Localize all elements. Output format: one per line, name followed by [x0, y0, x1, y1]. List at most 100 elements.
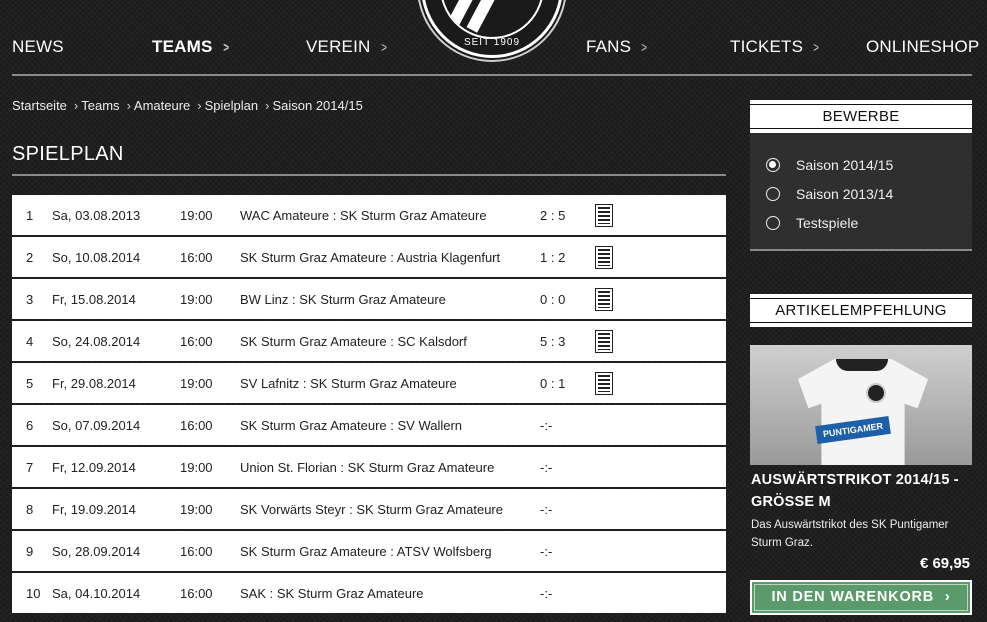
match-number: 1	[26, 208, 34, 223]
match-teams: SK Sturm Graz Amateure : SV Wallern	[240, 418, 463, 433]
match-date: Sa, 03.08.2013	[52, 208, 141, 223]
match-number: 2	[26, 250, 34, 265]
match-teams: SK Sturm Graz Amateure : SC Kalsdorf	[240, 334, 467, 349]
breadcrumb-spielplan[interactable]: Spielplan	[205, 98, 259, 113]
option-label: Saison 2014/15	[796, 157, 894, 173]
match-time: 16:00	[180, 334, 213, 349]
breadcrumb-separator: ›	[265, 98, 270, 113]
season-option-testspiele[interactable]: Testspiele	[766, 215, 858, 231]
nav-label: TICKETS	[730, 37, 804, 56]
match-number: 5	[26, 376, 34, 391]
match-score: -:-	[540, 544, 553, 559]
match-number: 3	[26, 292, 34, 307]
match-time: 19:00	[180, 376, 213, 391]
match-date: Fr, 15.08.2014	[52, 292, 136, 307]
breadcrumb-separator: ›	[197, 98, 202, 113]
match-teams: SK Vorwärts Steyr : SK Sturm Graz Amateu…	[240, 502, 503, 517]
logo-text: SEIT 1909	[463, 37, 521, 48]
match-time: 16:00	[180, 586, 213, 601]
nav-label: FANS	[586, 37, 632, 56]
match-score: 0 : 0	[540, 292, 566, 307]
club-logo[interactable]: SEIT 1909	[421, 0, 563, 58]
match-teams: SAK : SK Sturm Graz Amateure	[240, 586, 424, 601]
product-price: € 69,95	[919, 555, 970, 572]
button-label: IN DEN WARENKORB	[771, 589, 935, 605]
season-option-2013-14[interactable]: Saison 2013/14	[766, 186, 893, 202]
match-report-icon[interactable]	[595, 246, 613, 269]
jersey-shape	[798, 359, 928, 465]
match-teams: SK Sturm Graz Amateure : Austria Klagenf…	[240, 250, 501, 265]
match-time: 19:00	[180, 208, 213, 223]
breadcrumb: Startseite › Teams › Amateure › Spielpla…	[12, 98, 363, 113]
match-date: So, 10.08.2014	[52, 250, 141, 265]
match-teams: Union St. Florian : SK Sturm Graz Amateu…	[240, 460, 495, 475]
match-report-icon[interactable]	[595, 288, 613, 311]
match-time: 16:00	[180, 544, 213, 559]
match-date: Fr, 12.09.2014	[52, 460, 136, 475]
match-teams: SK Sturm Graz Amateure : ATSV Wolfsberg	[240, 544, 492, 559]
match-score: 0 : 1	[540, 376, 566, 391]
nav-item-verein[interactable]: VEREIN >	[306, 37, 388, 57]
nav-item-tickets[interactable]: TICKETS >	[730, 37, 821, 57]
season-option-2014-15[interactable]: Saison 2014/15	[766, 157, 893, 173]
match-score: -:-	[540, 418, 553, 433]
table-row: 10 Sa, 04.10.2014 16:00 SAK : SK Sturm G…	[12, 573, 726, 613]
table-row: 5 Fr, 29.08.2014 19:00 SV Lafnitz : SK S…	[12, 363, 726, 403]
add-to-cart-button[interactable]: IN DEN WARENKORB ›	[750, 580, 972, 615]
product-title[interactable]: AUSWÄRTSTRIKOT 2014/15 - GRÖSSE M	[751, 469, 973, 513]
match-report-icon[interactable]	[595, 204, 613, 227]
chevron-right-icon: ›	[944, 589, 951, 605]
nav-item-fans[interactable]: FANS >	[586, 37, 649, 57]
table-row: 4 So, 24.08.2014 16:00 SK Sturm Graz Ama…	[12, 321, 726, 361]
table-row: 6 So, 07.09.2014 16:00 SK Sturm Graz Ama…	[12, 405, 726, 445]
match-teams: SV Lafnitz : SK Sturm Graz Amateure	[240, 376, 457, 391]
match-number: 4	[26, 334, 34, 349]
chevron-right-icon: >	[641, 39, 648, 55]
chevron-right-icon: >	[222, 39, 229, 55]
table-row: 7 Fr, 12.09.2014 19:00 Union St. Florian…	[12, 447, 726, 487]
breadcrumb-separator: ›	[126, 98, 131, 113]
match-date: Fr, 19.09.2014	[52, 502, 136, 517]
match-date: So, 28.09.2014	[52, 544, 141, 559]
breadcrumb-separator: ›	[73, 98, 79, 113]
radio-icon[interactable]	[766, 216, 780, 230]
breadcrumb-teams[interactable]: Teams	[81, 98, 119, 113]
match-report-icon[interactable]	[595, 372, 613, 395]
match-teams: WAC Amateure : SK Sturm Graz Amateure	[240, 208, 487, 223]
bewerbe-heading: BEWERBE	[750, 100, 972, 133]
breadcrumb-saison: Saison 2014/15	[272, 98, 363, 113]
match-date: Fr, 29.08.2014	[52, 376, 136, 391]
breadcrumb-startseite[interactable]: Startseite	[12, 98, 67, 113]
nav-divider	[12, 74, 972, 76]
product-description: Das Auswärtstrikot des SK Puntigamer Stu…	[751, 519, 949, 549]
logo-emblem	[440, 0, 544, 39]
nav-label: NEWS	[12, 37, 64, 56]
nav-item-news[interactable]: NEWS	[12, 37, 64, 57]
article-recommendation-heading: ARTIKELEMPFEHLUNG	[750, 294, 972, 327]
product-image[interactable]: PUNTIGAMER	[750, 345, 972, 465]
match-score: -:-	[540, 460, 553, 475]
match-number: 8	[26, 502, 34, 517]
match-teams: BW Linz : SK Sturm Graz Amateure	[240, 292, 446, 307]
match-report-icon[interactable]	[595, 330, 613, 353]
table-row: 9 So, 28.09.2014 16:00 SK Sturm Graz Ama…	[12, 531, 726, 571]
nav-label: TEAMS	[152, 37, 213, 56]
radio-icon[interactable]	[766, 187, 780, 201]
radio-selected-icon[interactable]	[766, 158, 780, 172]
breadcrumb-amateure[interactable]: Amateure	[134, 98, 190, 113]
match-table: 1 Sa, 03.08.2013 19:00 WAC Amateure : SK…	[12, 195, 726, 615]
nav-label: VEREIN	[306, 37, 371, 56]
top-navigation: NEWS TEAMS > VEREIN > FANS > TICKETS > ONLIN…	[0, 0, 987, 76]
nav-item-onlineshop[interactable]: ONLINESHOP	[866, 37, 979, 57]
match-number: 9	[26, 544, 34, 559]
nav-item-teams[interactable]: TEAMS >	[152, 37, 230, 57]
bewerbe-panel: Saison 2014/15 Saison 2013/14 Testspiele	[750, 133, 972, 251]
match-score: 2 : 5	[540, 208, 566, 223]
title-divider	[12, 174, 726, 176]
option-label: Saison 2013/14	[796, 186, 894, 202]
chevron-right-icon: >	[380, 39, 387, 55]
match-time: 16:00	[180, 250, 213, 265]
nav-label: ONLINESHOP	[866, 37, 980, 56]
jersey-collar	[836, 359, 888, 371]
match-number: 7	[26, 460, 34, 475]
